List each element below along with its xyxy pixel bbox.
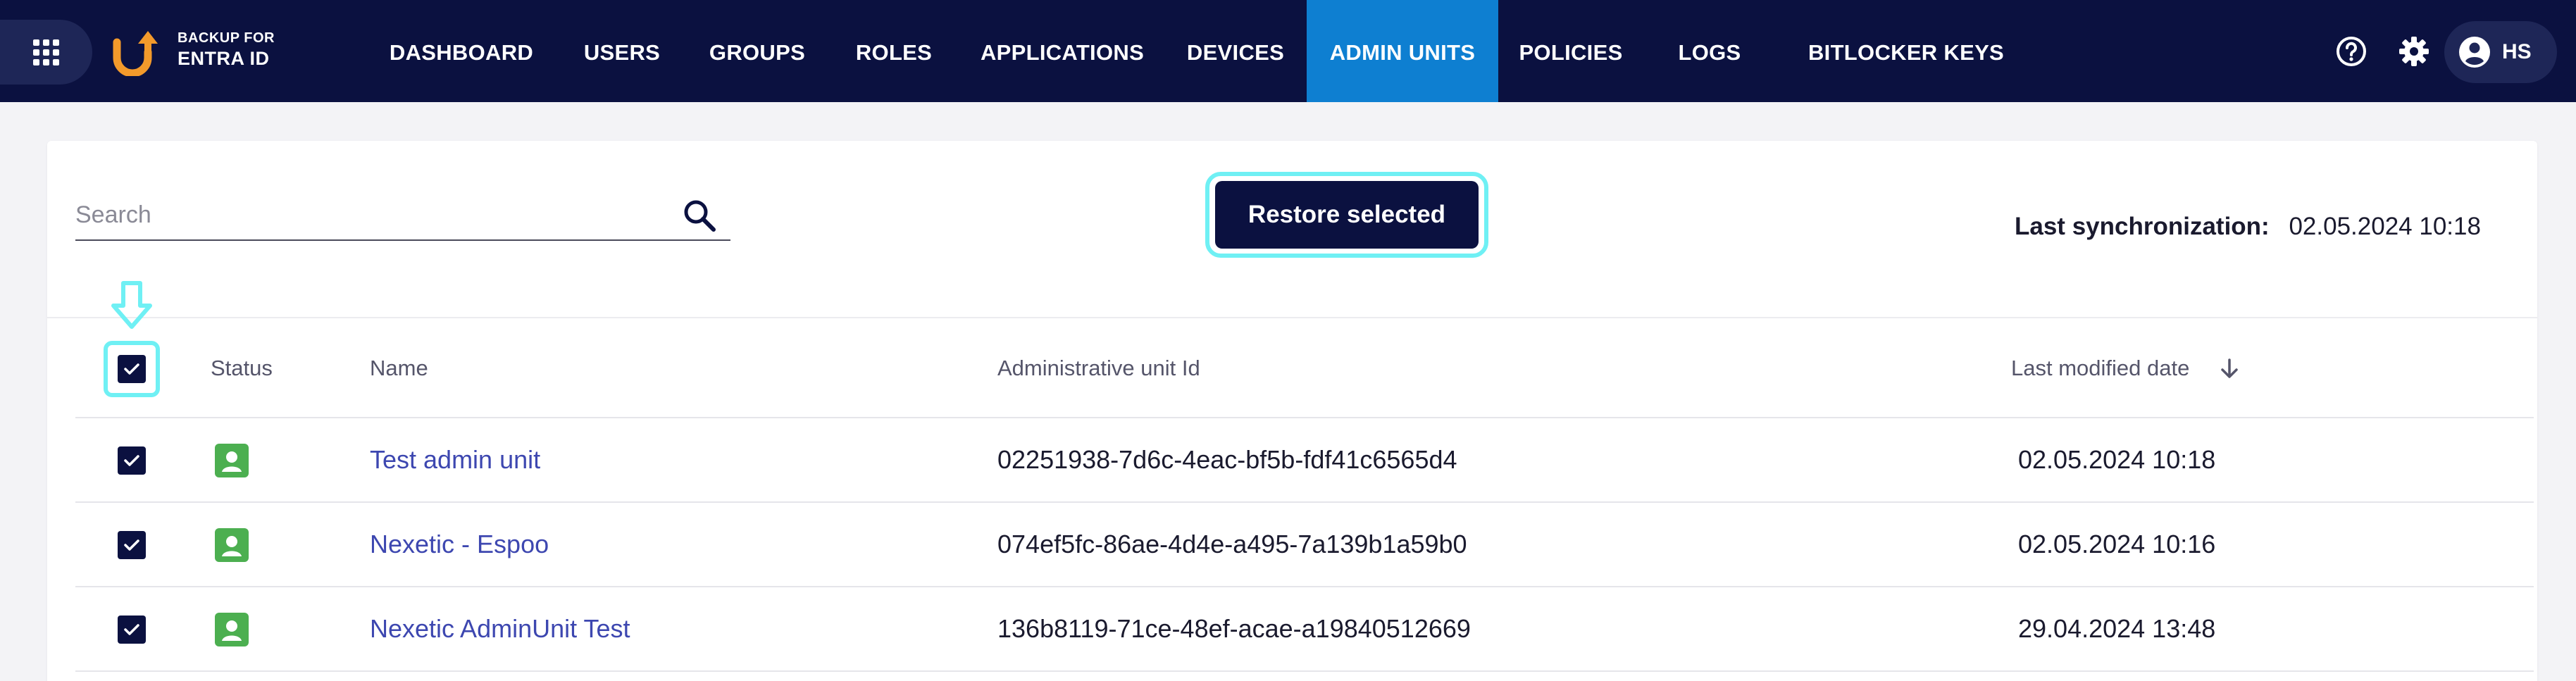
backup-logo-icon bbox=[113, 31, 158, 76]
restore-selected-button[interactable]: Restore selected bbox=[1215, 181, 1479, 249]
column-header-unit-id[interactable]: Administrative unit Id bbox=[997, 356, 1200, 381]
sync-value: 02.05.2024 10:18 bbox=[2289, 213, 2481, 240]
account-icon bbox=[2459, 37, 2490, 68]
last-modified-date: 02.05.2024 10:18 bbox=[2018, 445, 2216, 474]
nav-item-users[interactable]: USERS bbox=[575, 0, 669, 102]
column-header-status[interactable]: Status bbox=[211, 356, 273, 381]
grid-icon bbox=[33, 39, 59, 65]
admin-unit-status-icon bbox=[215, 613, 249, 646]
row-checkbox[interactable] bbox=[118, 446, 146, 475]
last-synchronization: Last synchronization: 02.05.2024 10:18 bbox=[2015, 213, 2481, 241]
nav-item-bitlocker-keys[interactable]: BITLOCKER KEYS bbox=[1794, 0, 2018, 102]
brand-line-1: BACKUP FOR bbox=[178, 30, 275, 46]
nav-item-dashboard[interactable]: DASHBOARD bbox=[384, 0, 539, 102]
top-navigation-bar: BACKUP FOR ENTRA ID DASHBOARD USERS GROU… bbox=[0, 0, 2576, 102]
admin-unit-status-icon bbox=[215, 444, 249, 477]
search-icon[interactable] bbox=[681, 197, 718, 234]
last-modified-date: 29.04.2024 13:48 bbox=[2018, 614, 2216, 643]
row-checkbox[interactable] bbox=[118, 531, 146, 559]
gear-icon[interactable] bbox=[2398, 35, 2430, 68]
nav-item-logs[interactable]: LOGS bbox=[1669, 0, 1750, 102]
row-divider bbox=[75, 586, 2534, 587]
admin-unit-name-link[interactable]: Nexetic AdminUnit Test bbox=[370, 614, 630, 644]
column-header-last-modified[interactable]: Last modified date bbox=[2011, 356, 2189, 381]
nav-item-applications[interactable]: APPLICATIONS bbox=[976, 0, 1149, 102]
admin-unit-id: 136b8119-71ce-48ef-acae-a19840512669 bbox=[997, 614, 1471, 643]
nav-item-groups[interactable]: GROUPS bbox=[702, 0, 812, 102]
checkmark-icon bbox=[124, 363, 139, 375]
user-initials: HS bbox=[2502, 40, 2532, 63]
brand-title: BACKUP FOR ENTRA ID bbox=[178, 31, 275, 68]
checkmark-icon bbox=[124, 624, 139, 635]
sync-label: Last synchronization: bbox=[2015, 213, 2270, 240]
search-field bbox=[75, 190, 730, 241]
apps-menu-button[interactable] bbox=[0, 20, 92, 85]
brand-line-2: ENTRA ID bbox=[178, 48, 270, 69]
checkmark-icon bbox=[124, 539, 139, 551]
admin-unit-id: 074ef5fc-86ae-4d4e-a495-7a139b1a59b0 bbox=[997, 530, 1467, 558]
select-all-checkbox[interactable] bbox=[118, 355, 146, 383]
nav-item-policies[interactable]: POLICIES bbox=[1518, 0, 1624, 102]
nav-item-devices[interactable]: DEVICES bbox=[1184, 0, 1287, 102]
nav-item-admin-units[interactable]: ADMIN UNITS bbox=[1307, 0, 1498, 102]
admin-unit-id: 02251938-7d6c-4eac-bf5b-fdf41c6565d4 bbox=[997, 445, 1457, 474]
arrow-down-icon[interactable] bbox=[2217, 356, 2241, 380]
search-input[interactable] bbox=[75, 197, 653, 232]
nav-item-roles[interactable]: ROLES bbox=[852, 0, 935, 102]
help-icon[interactable] bbox=[2335, 35, 2367, 68]
admin-unit-name-link[interactable]: Test admin unit bbox=[370, 445, 540, 475]
checkmark-icon bbox=[124, 455, 139, 466]
user-menu-button[interactable]: HS bbox=[2444, 21, 2557, 83]
admin-unit-name-link[interactable]: Nexetic - Espoo bbox=[370, 530, 549, 559]
row-divider bbox=[75, 501, 2534, 503]
admin-unit-status-icon bbox=[215, 528, 249, 562]
last-modified-date: 02.05.2024 10:16 bbox=[2018, 530, 2216, 558]
column-header-name[interactable]: Name bbox=[370, 356, 428, 381]
row-checkbox[interactable] bbox=[118, 616, 146, 644]
arrow-down-highlight-icon bbox=[111, 281, 152, 329]
header-divider bbox=[47, 317, 2537, 318]
row-divider bbox=[75, 417, 2534, 418]
row-divider bbox=[75, 670, 2534, 672]
